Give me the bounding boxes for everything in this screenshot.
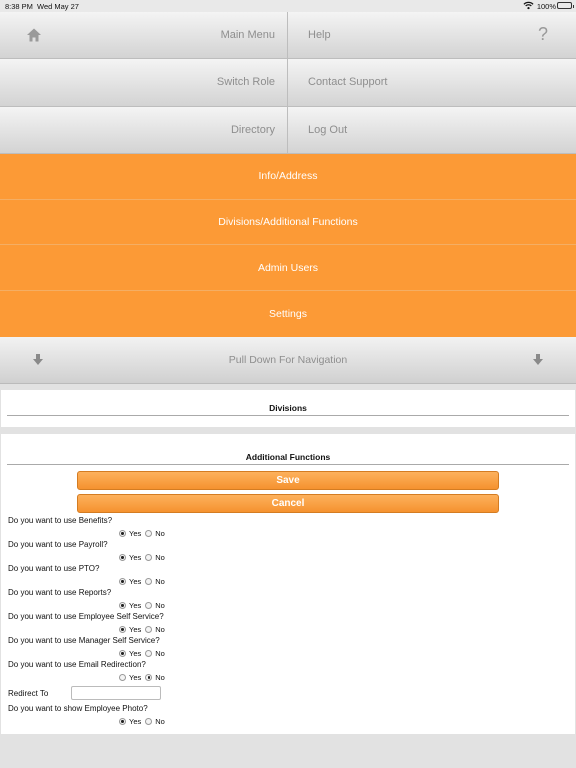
no-label: No xyxy=(155,553,165,562)
wifi-icon xyxy=(523,1,534,10)
yes-label: Yes xyxy=(129,649,142,658)
no-label: No xyxy=(155,649,165,658)
menu-row: Directory Log Out xyxy=(0,106,576,154)
employee-self-service-question: Do you want to use Employee Self Service… xyxy=(8,612,164,621)
employee-self-service-no-radio[interactable] xyxy=(145,626,153,633)
menu-row: Switch Role Contact Support xyxy=(0,59,576,107)
divisions-title: Divisions xyxy=(269,403,307,413)
no-label: No xyxy=(155,717,165,726)
log-out-button[interactable]: Log Out xyxy=(288,107,576,153)
yes-label: Yes xyxy=(129,601,142,610)
employee-photo-yes-radio[interactable] xyxy=(119,718,126,725)
employee-self-service-yes-radio[interactable] xyxy=(119,626,126,633)
employee-photo-question: Do you want to show Employee Photo? xyxy=(8,704,148,713)
reports-no-radio[interactable] xyxy=(145,602,153,609)
reports-options: Yes No xyxy=(119,601,169,610)
switch-role-label: Switch Role xyxy=(216,76,275,89)
section-menu: Info/Address Divisions/Additional Functi… xyxy=(0,154,576,337)
top-menu: Main Menu Help ? Switch Role Contact Sup… xyxy=(0,12,576,154)
email-redirection-options: Yes No xyxy=(119,673,169,682)
employee-photo-options: Yes No xyxy=(119,717,169,726)
benefits-no-radio[interactable] xyxy=(145,530,153,537)
log-out-label: Log Out xyxy=(308,123,348,136)
help-button[interactable]: Help ? xyxy=(288,12,576,58)
save-button[interactable]: Save xyxy=(77,471,499,490)
email-redirection-yes-radio[interactable] xyxy=(119,674,126,681)
manager-self-service-yes-radio[interactable] xyxy=(119,650,126,657)
switch-role-button[interactable]: Switch Role xyxy=(0,59,288,106)
pull-down-navigation-bar[interactable]: Pull Down For Navigation xyxy=(0,337,576,384)
email-redirection-question: Do you want to use Email Redirection? xyxy=(8,660,146,669)
main-menu-label: Main Menu xyxy=(220,29,275,42)
manager-self-service-no-radio[interactable] xyxy=(145,650,153,657)
settings-item[interactable]: Settings xyxy=(0,291,576,337)
manager-self-service-question: Do you want to use Manager Self Service? xyxy=(8,636,160,645)
reports-question: Do you want to use Reports? xyxy=(8,588,112,597)
main-menu-button[interactable]: Main Menu xyxy=(0,12,288,59)
divider xyxy=(7,464,569,465)
additional-functions-panel: Additional Functions Save Cancel Do you … xyxy=(1,434,575,734)
divider xyxy=(7,415,569,416)
contact-support-button[interactable]: Contact Support xyxy=(288,59,576,105)
cancel-button[interactable]: Cancel xyxy=(77,494,499,513)
manager-self-service-options: Yes No xyxy=(119,649,169,658)
no-label: No xyxy=(155,601,165,610)
redirect-to-label: Redirect To xyxy=(8,689,49,698)
no-label: No xyxy=(155,577,165,586)
admin-users-item[interactable]: Admin Users xyxy=(0,245,576,292)
home-icon xyxy=(27,28,41,42)
divisions-panel: Divisions xyxy=(1,390,575,427)
no-label: No xyxy=(155,529,165,538)
email-redirection-no-radio[interactable] xyxy=(145,674,153,681)
payroll-question: Do you want to use Payroll? xyxy=(8,540,108,549)
yes-label: Yes xyxy=(129,529,142,538)
status-time: 8:38 PM xyxy=(5,2,33,11)
battery-percent: 100% xyxy=(536,2,556,11)
menu-row: Main Menu Help ? xyxy=(0,12,576,60)
yes-label: Yes xyxy=(129,625,142,634)
payroll-no-radio[interactable] xyxy=(145,554,153,561)
status-date: Wed May 27 xyxy=(37,2,79,11)
battery-icon xyxy=(557,2,574,9)
benefits-options: Yes No xyxy=(119,529,169,538)
benefits-question: Do you want to use Benefits? xyxy=(8,516,113,525)
additional-functions-title: Additional Functions xyxy=(245,452,331,462)
pull-down-label: Pull Down For Navigation xyxy=(228,354,348,366)
pto-options: Yes No xyxy=(119,577,169,586)
arrow-down-icon xyxy=(533,354,543,365)
divisions-additional-functions-item[interactable]: Divisions/Additional Functions xyxy=(0,199,576,246)
help-label: Help xyxy=(308,29,331,42)
pto-no-radio[interactable] xyxy=(145,578,153,585)
no-label: No xyxy=(155,625,165,634)
directory-label: Directory xyxy=(230,123,275,136)
question-mark-icon: ? xyxy=(537,24,548,44)
employee-self-service-options: Yes No xyxy=(119,625,169,634)
yes-label: Yes xyxy=(129,717,142,726)
yes-label: Yes xyxy=(129,577,142,586)
yes-label: Yes xyxy=(129,673,142,682)
contact-support-label: Contact Support xyxy=(308,76,388,89)
payroll-options: Yes No xyxy=(119,553,169,562)
redirect-to-input[interactable] xyxy=(71,686,161,700)
pto-yes-radio[interactable] xyxy=(119,578,126,585)
info-address-item[interactable]: Info/Address xyxy=(0,154,576,200)
no-label: No xyxy=(155,673,165,682)
employee-photo-no-radio[interactable] xyxy=(145,718,153,725)
benefits-yes-radio[interactable] xyxy=(119,530,126,537)
directory-button[interactable]: Directory xyxy=(0,106,288,153)
status-bar: 8:38 PM Wed May 27 100% xyxy=(0,0,576,12)
pto-question: Do you want to use PTO? xyxy=(8,564,100,573)
payroll-yes-radio[interactable] xyxy=(119,554,126,561)
arrow-down-icon xyxy=(33,354,43,365)
reports-yes-radio[interactable] xyxy=(119,602,126,609)
yes-label: Yes xyxy=(129,553,142,562)
